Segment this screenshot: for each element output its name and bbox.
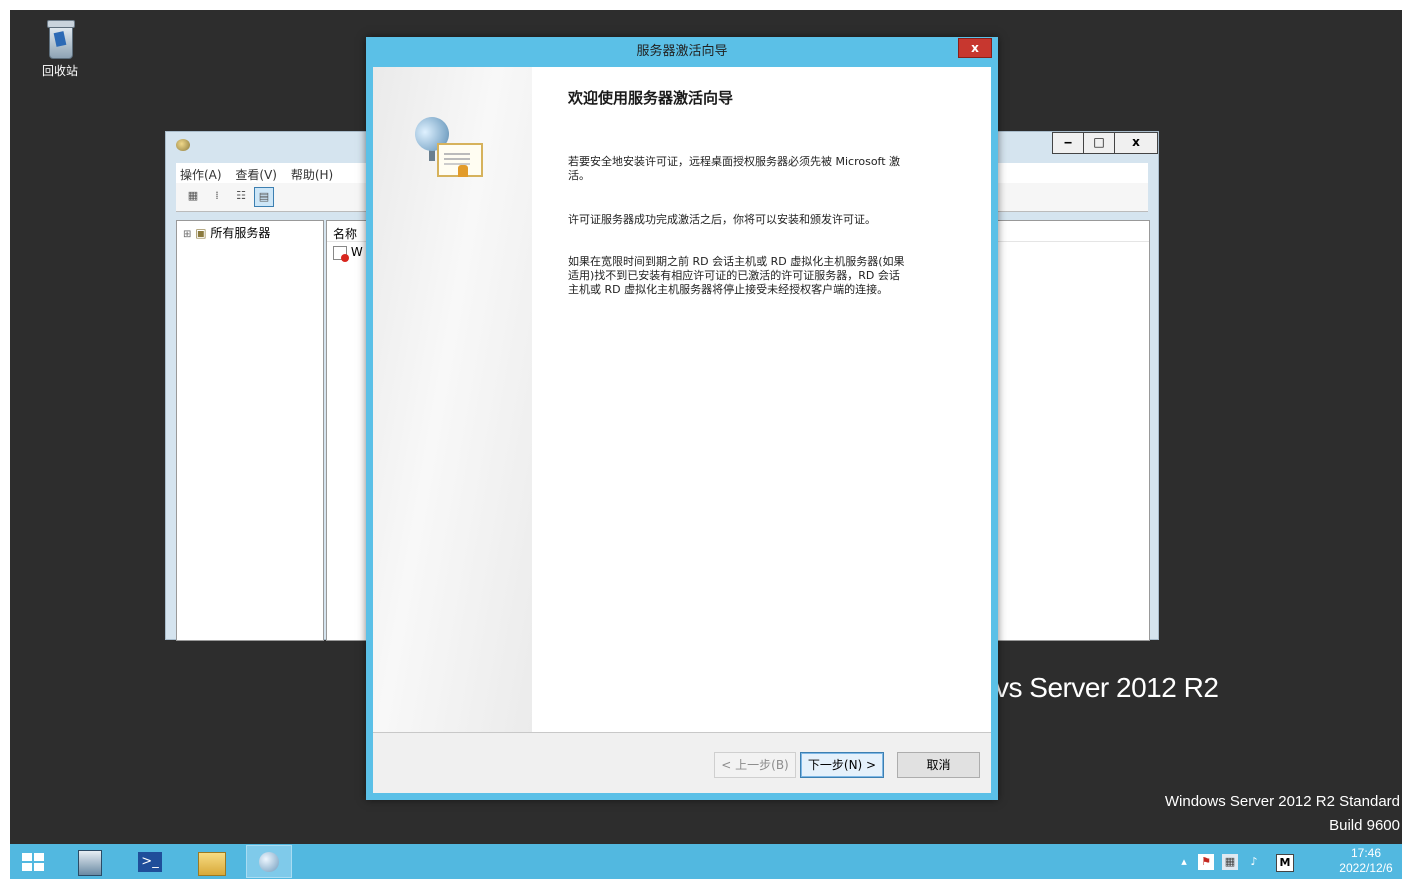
desktop-icon-recycle-bin[interactable]: 回收站 xyxy=(30,18,90,79)
taskbar-file-explorer[interactable] xyxy=(188,845,234,878)
wizard-paragraph: 许可证服务器成功完成激活之后，你将可以安装和颁发许可证。 xyxy=(568,213,876,226)
list-item[interactable]: W xyxy=(333,245,363,262)
volume-muted-icon[interactable]: ♪ xyxy=(1246,854,1262,870)
clock-date: 2022/12/6 xyxy=(1339,861,1393,875)
dialog-title: 服务器激活向导 xyxy=(636,44,728,59)
server-manager-icon xyxy=(78,850,102,876)
servers-icon: ▣ xyxy=(195,226,207,240)
build-line: Build 9600 xyxy=(1329,817,1400,834)
large-icons-view-icon[interactable]: ▦ xyxy=(184,187,202,205)
back-button[interactable]: < 上一步(B) xyxy=(714,752,796,778)
close-button[interactable]: x xyxy=(1114,132,1158,154)
divider xyxy=(373,732,991,733)
desktop-icon-label: 回收站 xyxy=(41,64,78,78)
taskbar-rd-licensing-manager[interactable] xyxy=(246,845,292,878)
powershell-icon: >_ xyxy=(138,852,162,872)
rd-licensing-app-icon xyxy=(176,139,190,151)
wizard-paragraph: 如果在宽限时间到期之前 RD 会话主机或 RD 虚拟化主机服务器(如果适用)找不… xyxy=(568,255,905,296)
minimize-button[interactable]: ‒ xyxy=(1052,132,1084,154)
dialog-client-area: 欢迎使用服务器激活向导 若要安全地安装许可证，远程桌面授权服务器必须先被 Mic… xyxy=(373,67,991,793)
cancel-button[interactable]: 取消 xyxy=(897,752,980,778)
rd-licensing-manager-icon xyxy=(259,852,279,872)
taskbar: >_ ▴ ⚑ ▦ ♪ M 17:46 2022/12/6 xyxy=(10,844,1402,879)
next-button[interactable]: 下一步(N) > xyxy=(800,752,884,778)
details-view-icon[interactable]: ▤ xyxy=(254,187,274,207)
activation-wizard-dialog[interactable]: 服务器激活向导 x 欢迎使用服务器激活向导 若要安全地安装许可证，远程桌面授权服… xyxy=(366,37,998,800)
network-icon[interactable]: ▦ xyxy=(1222,854,1238,870)
tree-item-all-servers[interactable]: ⊞ ▣ 所有服务器 xyxy=(183,224,270,241)
taskbar-server-manager[interactable] xyxy=(66,845,112,878)
menu-action[interactable]: 操作(A) xyxy=(176,163,228,183)
small-icons-view-icon[interactable]: ⁞ xyxy=(208,187,226,205)
system-tray: ▴ ⚑ ▦ ♪ M 17:46 2022/12/6 xyxy=(1176,844,1396,879)
list-view-icon[interactable]: ☷ xyxy=(232,187,250,205)
menu-help[interactable]: 帮助(H) xyxy=(287,163,339,183)
license-certificate-icon xyxy=(408,110,491,185)
column-header-name[interactable]: 名称 xyxy=(333,225,357,242)
desktop-brand-text: vs Server 2012 R2 xyxy=(995,672,1219,703)
clock-time: 17:46 xyxy=(1350,846,1382,860)
list-item-label: W xyxy=(350,245,363,259)
wizard-content: 欢迎使用服务器激活向导 若要安全地安装许可证，远程桌面授权服务器必须先被 Mic… xyxy=(532,67,991,732)
edition-watermark: Windows Server 2012 R2 Standard Build 96… xyxy=(1165,790,1400,838)
taskbar-powershell[interactable]: >_ xyxy=(128,845,174,878)
wizard-side-panel xyxy=(373,67,532,732)
tree-item-label: 所有服务器 xyxy=(210,226,271,240)
server-error-icon xyxy=(333,245,349,262)
edition-line: Windows Server 2012 R2 Standard xyxy=(1164,793,1400,810)
recycle-bin-icon xyxy=(45,18,75,59)
wizard-heading: 欢迎使用服务器激活向导 xyxy=(568,89,734,107)
clock[interactable]: 17:46 2022/12/6 xyxy=(1336,846,1396,876)
maximize-button[interactable]: □ xyxy=(1083,132,1115,154)
dialog-close-button[interactable]: x xyxy=(958,38,992,58)
start-icon xyxy=(22,853,44,871)
ime-indicator[interactable]: M xyxy=(1276,854,1294,872)
file-explorer-icon xyxy=(198,852,226,876)
start-button[interactable] xyxy=(10,845,56,878)
show-hidden-icons-icon[interactable]: ▴ xyxy=(1176,854,1192,870)
expand-icon[interactable]: ⊞ xyxy=(183,229,191,240)
console-tree: ⊞ ▣ 所有服务器 xyxy=(176,220,324,641)
wizard-paragraph: 若要安全地安装许可证，远程桌面授权服务器必须先被 Microsoft 激活。 xyxy=(568,155,901,182)
action-center-icon[interactable]: ⚑ xyxy=(1198,854,1214,870)
menu-view[interactable]: 查看(V) xyxy=(231,163,283,183)
